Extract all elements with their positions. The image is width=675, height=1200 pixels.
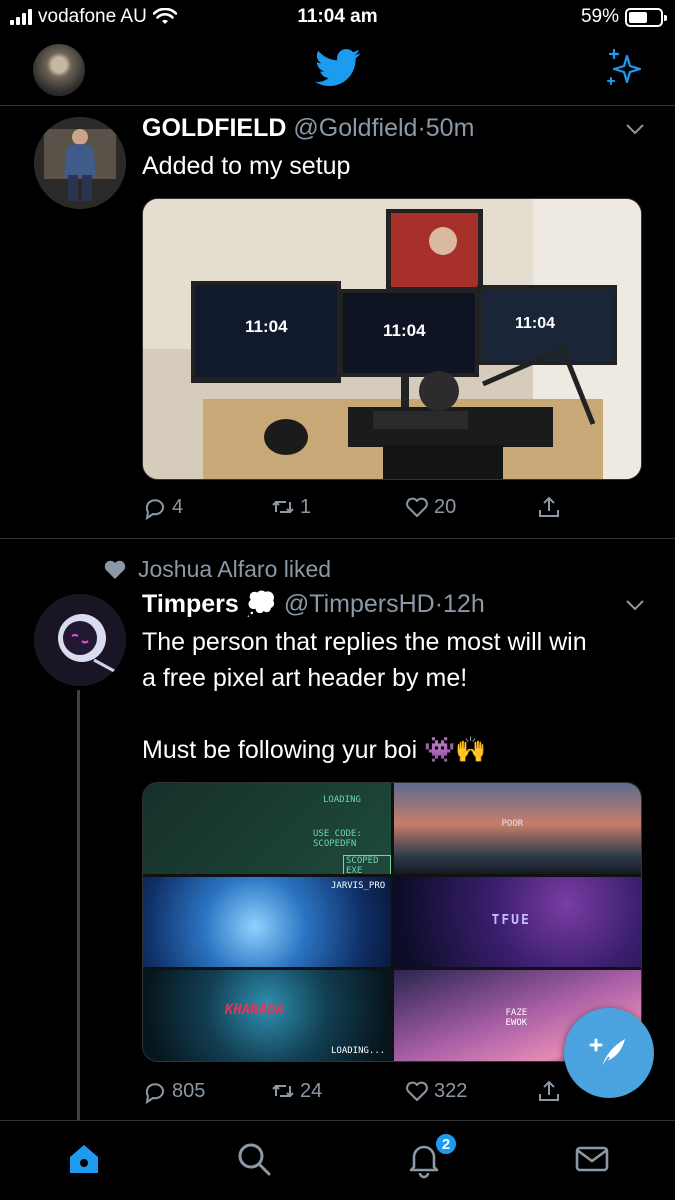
tweet-2-text: The person that replies the most will wi… [142, 628, 587, 764]
reply-count: 805 [172, 1079, 206, 1102]
sparkle-icon[interactable] [605, 48, 643, 88]
retweet-button[interactable]: 1 [270, 494, 311, 520]
reply-count: 4 [172, 495, 184, 518]
share-icon [539, 496, 559, 517]
monitor-clock-1: 11:04 [245, 317, 288, 336]
like-count: 20 [434, 495, 457, 518]
tweet-1-photo[interactable]: 11:04 11:04 11:04 [142, 198, 642, 480]
retweet-icon [272, 1084, 294, 1098]
twitter-bird-icon[interactable] [315, 48, 361, 88]
tweet-2-time: 12h [443, 590, 485, 618]
tweet-1-author-name[interactable]: GOLDFIELD [142, 114, 286, 142]
tweet-divider [0, 538, 675, 539]
monitor-clock-2: 11:04 [383, 321, 426, 340]
like-button[interactable]: 322 [404, 1078, 467, 1104]
chevron-down-icon[interactable] [625, 598, 645, 612]
status-time: 11:04 am [297, 6, 378, 27]
share-button[interactable] [536, 1078, 562, 1104]
monitor-clock-3: 11:04 [515, 315, 556, 332]
search-icon[interactable] [234, 1139, 274, 1179]
battery-percent: 59% [580, 6, 619, 27]
home-icon[interactable] [64, 1139, 104, 1179]
messages-mail-icon[interactable] [572, 1139, 612, 1179]
media-tile-2[interactable]: POOR [393, 783, 641, 874]
status-right: 59% [580, 6, 667, 28]
chevron-down-icon[interactable] [625, 122, 645, 136]
timpers-avatar[interactable] [34, 594, 126, 686]
thread-line [77, 690, 80, 1130]
share-button[interactable] [536, 494, 562, 520]
share-icon [539, 1080, 559, 1101]
like-button[interactable]: 20 [404, 494, 456, 520]
profile-avatar[interactable] [33, 44, 85, 96]
tweet-2-separator: · [434, 590, 444, 618]
media-tile-4[interactable]: TFUE [393, 876, 641, 968]
tile-3-label: JARVIS_PRO [331, 880, 386, 891]
top-nav [0, 36, 675, 106]
tweet-1-separator: · [417, 114, 426, 142]
retweet-count: 1 [300, 495, 312, 518]
retweet-button[interactable]: 24 [270, 1078, 322, 1104]
goldfield-avatar[interactable] [34, 117, 126, 209]
liked-by-text[interactable]: Joshua Alfaro liked [138, 556, 331, 583]
tweet-1-handle[interactable]: @Goldfield [293, 114, 417, 142]
reply-button[interactable]: 4 [142, 494, 183, 520]
notifications-badge: 2 [434, 1132, 458, 1156]
like-count: 322 [434, 1079, 468, 1102]
reply-button[interactable]: 805 [142, 1078, 205, 1104]
tweet-2-header: Timpers 💭 @TimpersHD·12h [142, 590, 485, 619]
heart-icon [406, 1081, 428, 1101]
compose-feather-icon [589, 1038, 625, 1070]
media-tile-5[interactable]: KHANADA LOADING... [143, 970, 391, 1061]
tweet-1-text: Added to my setup [142, 152, 351, 180]
compose-tweet-button[interactable] [564, 1008, 654, 1098]
retweet-icon [272, 500, 294, 514]
tweet-2-name-emoji: 💭 [245, 590, 277, 618]
tile-4-label: TFUE [491, 912, 531, 928]
tile-2-label: POOR [501, 819, 524, 829]
tile-5-label-b: LOADING... [331, 1046, 386, 1057]
bottom-tab-bar [0, 1120, 675, 1200]
tile-5-label: KHANADA [225, 1002, 285, 1019]
retweet-count: 24 [300, 1079, 323, 1102]
status-bar: vodafone AU 11:04 am 59% [0, 0, 675, 36]
heart-filled-icon [104, 560, 126, 579]
media-tile-1[interactable]: LOADING USE CODE: SCOPEDFN SCOPED EXE [143, 783, 391, 874]
tile-1-label: USE CODE: SCOPEDFN [313, 829, 362, 849]
tweet-2-handle[interactable]: @TimpersHD [284, 590, 435, 618]
tweet-1-time: 50m [425, 114, 475, 142]
tweet-2-media-grid[interactable]: LOADING USE CODE: SCOPEDFN SCOPED EXE PO… [142, 782, 642, 1062]
battery-fill [629, 11, 647, 23]
media-tile-3[interactable]: JARVIS_PRO [143, 876, 391, 968]
tile-1-label-c: LOADING [323, 795, 361, 805]
heart-icon [406, 497, 428, 517]
tweet-2-actions: 805 24 322 [142, 1078, 582, 1108]
astronaut-helmet-icon [34, 594, 126, 686]
tweet-1-actions: 4 1 20 [142, 494, 582, 524]
tile-1-label-b: SCOPED EXE [343, 855, 391, 874]
tile-6-label: FAZE EWOK [505, 1008, 528, 1029]
person-photo-icon [34, 117, 126, 209]
battery-icon [625, 7, 667, 27]
tweet-1-header: GOLDFIELD @Goldfield·50m [142, 114, 474, 143]
social-context: Joshua Alfaro liked [104, 556, 331, 583]
tweet-2-author-name[interactable]: Timpers [142, 590, 239, 618]
reply-icon [145, 1083, 164, 1104]
reply-icon [145, 499, 164, 520]
